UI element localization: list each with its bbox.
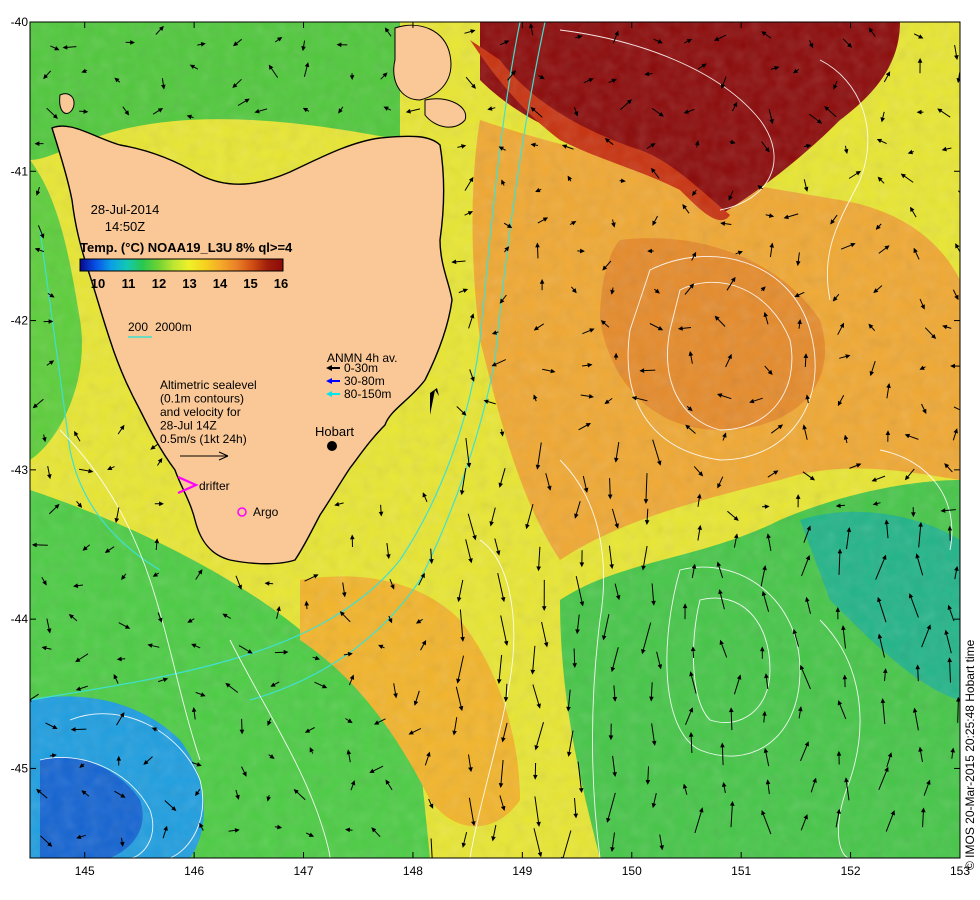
credit-text: © IMOS 20-Mar-2015 20:25:48 Hobart time: [963, 639, 977, 870]
y-tick-label: -43: [11, 463, 29, 477]
date-label: 28-Jul-2014: [91, 202, 160, 217]
time-label: 14:50Z: [105, 219, 146, 234]
bathy-label-2000: 2000m: [155, 320, 192, 334]
colorbar-tick-label: 10: [91, 276, 105, 291]
x-tick-label: 146: [184, 864, 204, 878]
velocity-arrow-head: [963, 410, 967, 413]
hobart-marker: [327, 441, 337, 451]
colorbar-title: Temp. (°C) NOAA19_L3U 8% ql>=4: [80, 240, 293, 255]
x-tick-label: 152: [841, 864, 861, 878]
x-tick-label: 147: [294, 864, 314, 878]
colorbar-tick-label: 15: [243, 276, 257, 291]
sst-map-figure: 145 146 147 148 149 150 151 152 153 -40-41-42-43…: [11, 15, 977, 878]
argo-label: Argo: [253, 505, 279, 519]
hobart-label: Hobart: [315, 424, 354, 439]
y-tick-label: -45: [11, 761, 29, 775]
y-tick-label: -42: [11, 314, 29, 328]
colorbar-tick-label: 11: [122, 276, 136, 291]
altimetry-legend-line: 28-Jul 14Z: [160, 419, 217, 433]
colorbar-tick-label: 16: [274, 276, 288, 291]
altimetry-legend-line: 0.5m/s (1kt 24h): [160, 432, 247, 446]
bathy-label-200: 200: [128, 320, 148, 334]
altimetry-legend-line: and velocity for: [160, 405, 241, 419]
velocity-arrow-head: [959, 195, 960, 196]
colorbar-tick-label: 13: [182, 276, 196, 291]
anmn-legend-label: 30-80m: [344, 374, 385, 388]
y-tick-label: -44: [11, 612, 29, 626]
colorbar-swatch: [79, 258, 284, 272]
y-tick-label: -40: [11, 15, 29, 29]
velocity-arrow-shaft: [963, 224, 974, 226]
colorbar-tick-label: 14: [213, 276, 228, 291]
altimetry-legend-line: Altimetric sealevel: [160, 378, 257, 392]
velocity-arrow-head: [971, 224, 974, 227]
altimetry-legend-line: (0.1m contours): [160, 392, 244, 406]
colorbar-tick-label: 12: [152, 276, 166, 291]
anmn-legend-label: 0-30m: [344, 361, 378, 375]
x-tick-label: 148: [403, 864, 423, 878]
velocity-arrow-head: [431, 865, 434, 868]
velocity-arrow-shaft: [957, 697, 959, 723]
anmn-legend-label: 80-150m: [344, 387, 391, 401]
x-tick-label: 149: [512, 864, 532, 878]
x-tick-label: 145: [75, 864, 95, 878]
x-tick-label: 150: [622, 864, 642, 878]
x-tick-label: 151: [731, 864, 751, 878]
drifter-label: drifter: [199, 479, 230, 493]
y-tick-label: -41: [11, 164, 29, 178]
